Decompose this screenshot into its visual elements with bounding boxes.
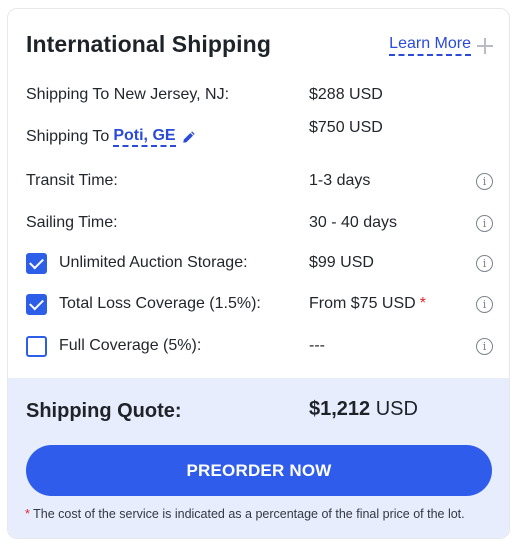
row-total-loss: Total Loss Coverage (1.5%): From $75 USD… bbox=[26, 290, 493, 318]
auction-storage-checkbox[interactable] bbox=[26, 252, 47, 274]
sailing-time-label: Sailing Time: bbox=[26, 214, 118, 231]
footnote-text: The cost of the service is indicated as … bbox=[33, 507, 465, 521]
quote-currency: USD bbox=[375, 398, 418, 420]
checkmark-icon bbox=[29, 254, 44, 269]
shipping-poti-prefix: Shipping To bbox=[26, 128, 110, 145]
row-shipping-poti: Shipping To Poti, GE $750 USD bbox=[26, 119, 493, 151]
shipping-poti-value: $750 USD bbox=[309, 119, 383, 136]
full-coverage-value: --- bbox=[309, 337, 325, 354]
full-coverage-label: Full Coverage (5%): bbox=[59, 337, 202, 354]
info-circle-icon[interactable]: i bbox=[476, 337, 493, 355]
footnote-asterisk: * bbox=[25, 507, 30, 521]
preorder-button[interactable]: PREORDER NOW bbox=[26, 445, 492, 496]
quote-panel: Shipping Quote: $1,212 USD PREORDER NOW … bbox=[8, 378, 509, 538]
card-header: International Shipping Learn More bbox=[26, 31, 493, 61]
sailing-time-value: 30 - 40 days bbox=[309, 214, 398, 231]
learn-more-label[interactable]: Learn More bbox=[389, 35, 471, 56]
full-coverage-label-group: Full Coverage (5%): bbox=[26, 335, 202, 357]
quote-amount: $1,212 bbox=[309, 398, 371, 420]
total-loss-checkbox[interactable] bbox=[26, 293, 47, 315]
shipping-quote-label: Shipping Quote: bbox=[26, 400, 182, 422]
info-circle-icon[interactable]: i bbox=[476, 172, 493, 190]
card-title: International Shipping bbox=[26, 31, 271, 57]
shipping-quote-value: $1,212 USD bbox=[309, 398, 418, 421]
info-circle-icon[interactable]: i bbox=[476, 295, 493, 313]
auction-storage-label-group: Unlimited Auction Storage: bbox=[26, 252, 248, 274]
info-circle-icon[interactable]: i bbox=[476, 254, 493, 272]
shipping-poti-label-group: Shipping To Poti, GE bbox=[26, 127, 196, 147]
row-auction-storage: Unlimited Auction Storage: $99 USD i bbox=[26, 249, 493, 277]
pencil-icon[interactable] bbox=[182, 130, 196, 144]
total-loss-value: From $75 USD bbox=[309, 295, 416, 312]
info-circle-icon[interactable]: i bbox=[476, 214, 493, 232]
row-sailing-time: Sailing Time: 30 - 40 days i bbox=[26, 209, 493, 237]
transit-time-label: Transit Time: bbox=[26, 172, 118, 189]
total-loss-asterisk: * bbox=[419, 295, 426, 312]
cost-footnote: * The cost of the service is indicated a… bbox=[25, 507, 465, 521]
total-loss-label: Total Loss Coverage (1.5%): bbox=[59, 295, 261, 312]
transit-time-value: 1-3 days bbox=[309, 172, 371, 189]
row-full-coverage: Full Coverage (5%): --- i bbox=[26, 332, 493, 360]
checkmark-icon bbox=[29, 295, 44, 310]
row-shipping-nj: Shipping To New Jersey, NJ: $288 USD bbox=[26, 81, 493, 109]
total-loss-label-group: Total Loss Coverage (1.5%): bbox=[26, 293, 261, 315]
shipping-nj-label: Shipping To New Jersey, NJ: bbox=[26, 86, 230, 103]
total-loss-value-group: From $75 USD * bbox=[309, 295, 426, 313]
shipping-nj-value: $288 USD bbox=[309, 86, 383, 103]
auction-storage-label: Unlimited Auction Storage: bbox=[59, 254, 248, 271]
row-transit-time: Transit Time: 1-3 days i bbox=[26, 167, 493, 195]
full-coverage-checkbox[interactable] bbox=[26, 335, 47, 357]
plus-icon[interactable] bbox=[477, 37, 493, 54]
shipping-card: International Shipping Learn More Shippi… bbox=[7, 8, 510, 539]
learn-more-link[interactable]: Learn More bbox=[389, 35, 493, 56]
auction-storage-value: $99 USD bbox=[309, 254, 374, 271]
port-select-link[interactable]: Poti, GE bbox=[113, 127, 176, 147]
